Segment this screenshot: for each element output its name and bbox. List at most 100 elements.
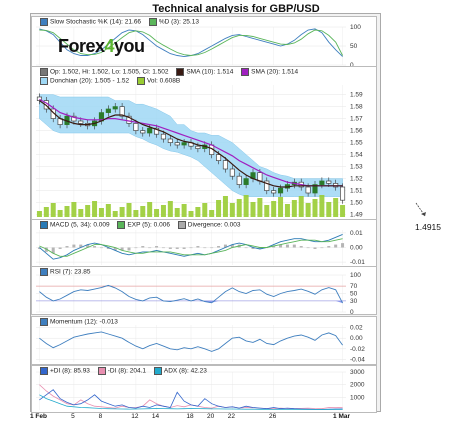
y-tick-label: 1.59 (350, 92, 363, 99)
candle-body (216, 154, 222, 161)
divergence-bar (313, 247, 317, 249)
divergence-bar (217, 246, 221, 248)
divergence-bar (127, 247, 131, 251)
candle-body (278, 187, 284, 194)
rsi-panel: 0 30 50 70 100 RSI (7): 23.85 (31, 266, 377, 315)
volume-bar (133, 210, 139, 217)
volume-bar (278, 197, 284, 217)
divergence-bar (161, 247, 165, 249)
volume-bar (36, 211, 42, 217)
y-tick-label: 1.51 (350, 188, 363, 195)
x-tick-label: 22 (227, 413, 235, 420)
divergence-bar (210, 247, 214, 249)
divergence-bar (72, 244, 76, 248)
volume-bar (222, 196, 228, 217)
y-tick-label: 100 (350, 272, 361, 279)
legend-d: %D (3): 25.13 (158, 18, 199, 26)
y-tick-label: 70 (350, 283, 358, 290)
divergence-bar (341, 243, 345, 248)
momentum-legend: Momentum (12): -0.013 (34, 318, 118, 327)
volume-bar (333, 198, 339, 217)
divergence-bar (320, 247, 324, 249)
divergence-bar (93, 246, 97, 248)
swatch-icon (40, 367, 48, 375)
swatch-icon (176, 68, 185, 76)
swatch-icon (40, 221, 48, 229)
volume-bar (160, 205, 166, 217)
volume-bar (43, 207, 49, 217)
y-tick-label: -0.04 (350, 356, 365, 363)
divergence-bar (175, 247, 179, 249)
y-tick-label: 1.56 (350, 128, 363, 135)
volume-bar (257, 198, 263, 217)
divergence-bar (168, 247, 172, 249)
volume-bar (229, 203, 235, 217)
y-tick-label: 1.50 (350, 200, 363, 207)
volume-bar (284, 204, 290, 217)
volume-bar (64, 206, 70, 217)
volume-bar (236, 199, 242, 217)
divergence-bar (299, 246, 303, 248)
y-tick-label: 30 (350, 298, 358, 305)
divergence-bar (334, 244, 338, 248)
volume-bar (167, 201, 173, 217)
swatch-icon (153, 367, 162, 375)
volume-bar (305, 203, 311, 217)
macd-legend: MACD (5, 34): 0.009 EXP (5): 0.006 Diver… (34, 221, 241, 230)
volume-bar (250, 202, 256, 217)
y-tick-label: 1000 (350, 394, 365, 401)
y-tick-label: 1.58 (350, 104, 363, 111)
y-tick-label: 1.57 (350, 116, 363, 123)
y-tick-label: 1.55 (350, 140, 363, 147)
candle-body (140, 130, 146, 134)
candle-body (112, 106, 118, 110)
candle-body (319, 180, 325, 185)
legend-k: Slow Stochastic %K (14): 21.66 (50, 18, 142, 26)
divergence-bar (203, 247, 207, 249)
volume-bar (271, 201, 277, 217)
volume-bar (119, 207, 125, 217)
divergence-bar (58, 247, 62, 249)
macd-panel: -0.01 0.00 0.01 MACD (5, 34): 0.009 EXP (5… (31, 219, 377, 268)
volume-bar (312, 199, 318, 217)
swatch-icon (40, 18, 48, 26)
divergence-bar (285, 244, 289, 248)
y-tick-label: 1.53 (350, 164, 363, 171)
volume-bar (243, 195, 249, 217)
y-tick-label: 0 (350, 309, 354, 314)
volume-bar (188, 211, 194, 217)
divergence-bar (141, 246, 145, 248)
swatch-icon (177, 221, 186, 229)
volume-bar (326, 202, 332, 217)
volume-bar (105, 204, 111, 217)
divergence-bar (182, 247, 186, 249)
volume-bar (112, 211, 118, 217)
volume-bar (57, 210, 63, 217)
y-tick-label: 2000 (350, 382, 365, 389)
candle-body (181, 142, 187, 146)
swatch-icon (97, 367, 106, 375)
dmi-legend: +DI (8): 85.93 -DI (8): 204.1 ADX (8): 4… (34, 367, 207, 376)
candle-body (160, 133, 166, 140)
dmi-panel: 1000 2000 3000 +DI (8): 85.93 -DI (8): 204… (31, 365, 377, 413)
stochastic-legend: Slow Stochastic %K (14): 21.66 %D (3): 2… (34, 18, 199, 27)
momentum-panel: -0.04 -0.02 0.00 0.02 Momentum (12): -0.013 (31, 316, 377, 365)
price-plot: 1.49 1.50 1.51 1.52 1.53 1.54 1.55 1.56 1.57 1.58… (36, 85, 363, 219)
volume-bar (50, 203, 56, 217)
candle-body (271, 190, 277, 194)
x-tick-label: 20 (207, 413, 215, 420)
candle-body (133, 123, 139, 131)
candle-body (243, 178, 249, 185)
volume-bar (92, 201, 98, 217)
divergence-bar (155, 246, 159, 248)
price-legend: Op: 1.502, Hi: 1.502, Lo: 1.505, Cl: 1.5… (34, 68, 298, 85)
volume-bar (340, 205, 346, 217)
swatch-icon (117, 221, 126, 229)
volume-bar (78, 209, 84, 217)
divergence-bar (99, 247, 103, 249)
swatch-icon (40, 76, 48, 85)
volume-bar (85, 205, 91, 217)
candle-body (326, 180, 332, 184)
candle-body (257, 172, 263, 182)
y-tick-label: 1.54 (350, 152, 363, 159)
